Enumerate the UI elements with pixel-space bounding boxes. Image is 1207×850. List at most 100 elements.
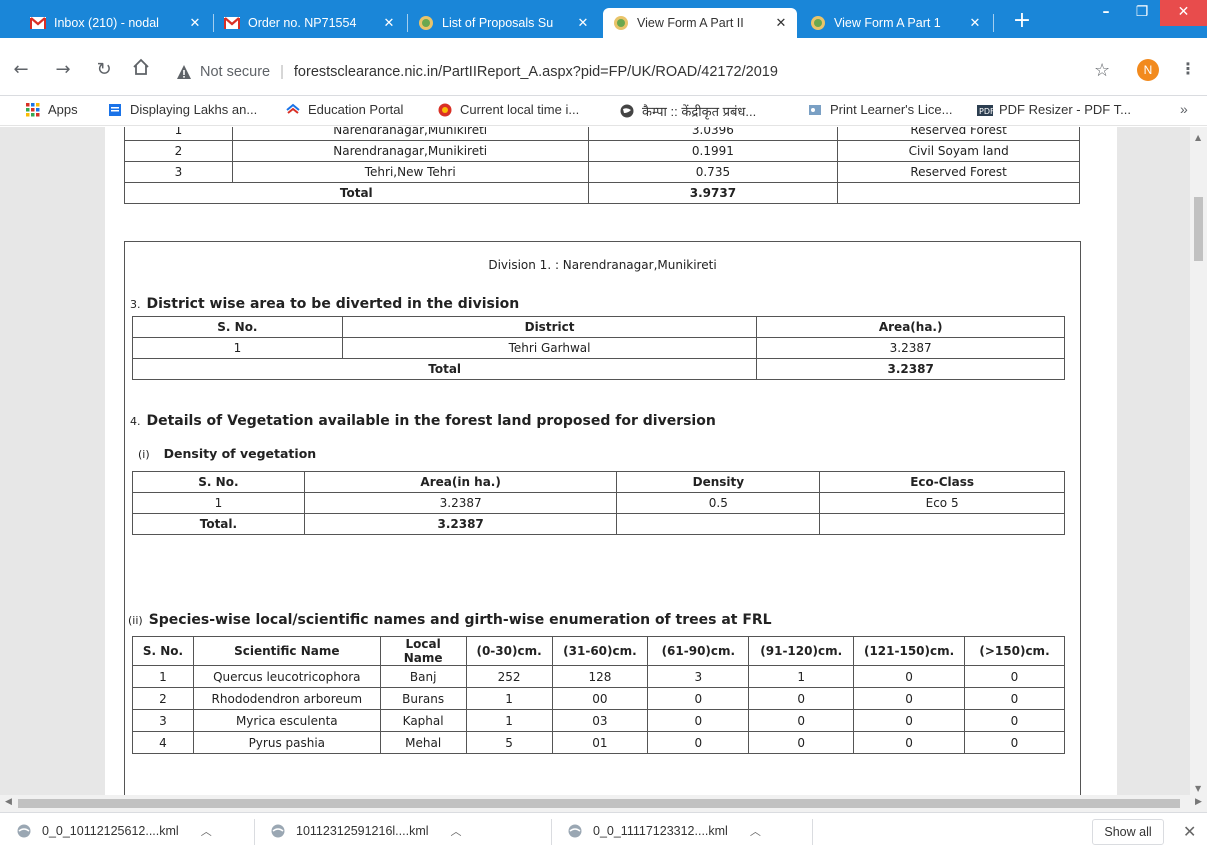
scrollbar-thumb[interactable] <box>18 799 1180 808</box>
tab-list-of-proposals[interactable]: List of Proposals Su ✕ <box>408 8 599 38</box>
total-value: 3.9737 <box>587 182 839 204</box>
table-cell: Burans <box>379 687 467 710</box>
scroll-right-arrow-icon[interactable]: ▶ <box>1195 797 1202 807</box>
tab-view-form-a-part-ii[interactable]: View Form A Part II ✕ <box>603 8 797 38</box>
table-cell: Kaphal <box>379 709 467 732</box>
address-bar[interactable]: Not secure | forestsclearance.nic.in/Par… <box>176 58 1096 86</box>
table-cell: 01 <box>551 731 649 754</box>
table-cell: 0 <box>748 731 855 754</box>
bookmark-label: PDF Resizer - PDF T... <box>999 102 1131 117</box>
tab-inbox[interactable]: Inbox (210) - nodal ✕ <box>20 8 211 38</box>
minimize-button[interactable]: – <box>1088 0 1124 26</box>
column-header: Local Name <box>379 636 467 666</box>
table-cell: 0.5 <box>616 492 821 514</box>
density-table: S. No. Area(in ha.) Density Eco-Class 1 … <box>132 471 1065 535</box>
tab-title: View Form A Part 1 <box>834 16 941 30</box>
url-text[interactable]: forestsclearance.nic.in/PartIIReport_A.a… <box>294 64 778 80</box>
security-label: Not secure <box>200 64 271 80</box>
bookmark-education-portal[interactable]: Education Portal <box>286 102 403 117</box>
reload-icon[interactable]: ↻ <box>93 59 115 81</box>
column-header: (>150)cm. <box>964 636 1065 666</box>
download-item[interactable]: 10112312591216l....kml ︿ <box>270 823 462 839</box>
table-cell: 1 <box>465 709 553 732</box>
species-table-body: 1 Quercus leucotricophora Banj 252 128 3 1 0 0 2 R… <box>132 665 1065 754</box>
globe-icon <box>620 104 634 118</box>
total-label: Total. <box>132 513 305 535</box>
forward-arrow-icon[interactable]: → <box>52 59 74 81</box>
table-header-row: S. No. Scientific Name Local Name (0-30)… <box>132 636 1065 666</box>
table-cell: 1 <box>132 665 194 688</box>
download-item[interactable]: 0_0_10112125612....kml ︿ <box>16 823 212 839</box>
table-cell: 128 <box>551 665 649 688</box>
subsection-species-heading: (ii) Species-wise local/scientific names … <box>128 612 772 628</box>
division-section: Division 1. : Narendranagar,Munikireti 3… <box>124 241 1081 795</box>
tab-title: List of Proposals Su <box>442 16 554 30</box>
close-icon[interactable]: ✕ <box>1183 822 1196 842</box>
subsection-title: Species-wise local/scientific names and … <box>148 612 772 628</box>
more-bookmarks-icon[interactable]: » <box>1180 101 1188 117</box>
apps-grid-icon <box>26 102 40 117</box>
downloads-bar: 0_0_10112125612....kml ︿ 10112312591216l… <box>0 812 1207 850</box>
table-cell: Eco 5 <box>819 492 1065 514</box>
column-header: (61-90)cm. <box>647 636 750 666</box>
bookmark-star-icon[interactable]: ☆ <box>1094 60 1110 81</box>
download-filename: 0_0_10112125612....kml <box>42 824 179 838</box>
table-row: 3 Tehri,New Tehri 0.735 Reserved Forest <box>124 161 1080 183</box>
menu-kebab-icon[interactable]: ⋮ <box>1180 59 1196 78</box>
table-cell: Narendranagar,Munikireti <box>231 127 589 141</box>
table-cell: Reserved Forest <box>837 161 1080 183</box>
warning-icon[interactable] <box>176 64 192 80</box>
table-cell: 252 <box>465 665 553 688</box>
bookmark-displaying-lakhs[interactable]: Displaying Lakhs an... <box>108 102 257 117</box>
table-row: 1 Tehri Garhwal 3.2387 <box>132 337 1065 359</box>
close-icon[interactable]: ✕ <box>381 16 397 31</box>
address-divider: | <box>280 64 284 80</box>
column-header: Eco-Class <box>819 471 1065 493</box>
table-cell: Rhododendron arboreum <box>192 687 381 710</box>
table-row: 4 Pyrus pashia Mehal 5 01 0 0 0 0 <box>132 731 1065 754</box>
table-cell: 3 <box>124 161 233 183</box>
bookmark-current-local-time[interactable]: Current local time i... <box>438 102 579 117</box>
scrollbar-thumb[interactable] <box>1194 197 1203 261</box>
bookmark-apps[interactable]: Apps <box>26 102 78 117</box>
table-header-row: S. No. District Area(ha.) <box>132 316 1065 338</box>
bookmark-campa[interactable]: कैम्पा :: केंद्रीकृत प्रबंध... <box>620 102 756 120</box>
scroll-down-arrow-icon[interactable]: ▼ <box>1195 784 1201 793</box>
section-title: District wise area to be diverted in the… <box>146 296 520 312</box>
table-cell: 1 <box>748 665 855 688</box>
tab-view-form-a-part-1[interactable]: View Form A Part 1 ✕ <box>800 8 991 38</box>
back-arrow-icon[interactable]: ← <box>10 59 32 81</box>
scroll-up-arrow-icon[interactable]: ▲ <box>1195 133 1201 142</box>
table-cell: 0 <box>748 709 855 732</box>
table-cell: 0 <box>853 687 965 710</box>
close-icon[interactable]: ✕ <box>967 16 983 31</box>
bookmark-label: Print Learner's Lice... <box>830 102 953 117</box>
new-tab-button[interactable]: + <box>1010 10 1034 34</box>
close-icon[interactable]: ✕ <box>575 16 591 31</box>
vertical-scrollbar[interactable]: ▲ ▼ <box>1190 127 1207 795</box>
chevron-up-icon[interactable]: ︿ <box>201 823 212 839</box>
table-cell: 0 <box>964 709 1065 732</box>
tab-order[interactable]: Order no. NP71554 ✕ <box>214 8 405 38</box>
division-title: Division 1. : Narendranagar,Munikireti <box>488 258 717 272</box>
chevron-up-icon[interactable]: ︿ <box>750 823 761 839</box>
maximize-button[interactable]: ❐ <box>1124 0 1160 26</box>
download-item[interactable]: 0_0_11117123312....kml ︿ <box>567 823 761 839</box>
avatar[interactable]: N <box>1137 59 1159 81</box>
bookmark-label: Education Portal <box>308 102 404 117</box>
close-icon[interactable]: ✕ <box>773 16 789 31</box>
horizontal-scrollbar[interactable]: ◀ ▶ <box>0 795 1207 812</box>
chevron-up-icon[interactable]: ︿ <box>451 823 462 839</box>
show-all-button[interactable]: Show all <box>1092 819 1164 845</box>
window-close-button[interactable]: ✕ <box>1160 0 1207 26</box>
home-icon[interactable] <box>130 58 152 80</box>
scroll-left-arrow-icon[interactable]: ◀ <box>5 797 12 807</box>
tab-separator <box>993 14 994 32</box>
section-number: 3. <box>130 298 141 311</box>
section-4-heading: 4. Details of Vegetation available in the… <box>130 413 716 429</box>
close-icon[interactable]: ✕ <box>187 16 203 31</box>
bookmark-print-learners[interactable]: Print Learner's Lice... <box>808 102 952 117</box>
bookmark-pdf-resizer[interactable]: PDF PDF Resizer - PDF T... <box>977 102 1131 117</box>
column-header: (91-120)cm. <box>748 636 855 666</box>
page-viewport: 1 Narendranagar,Munikireti 3.0396 Reserv… <box>0 127 1207 795</box>
